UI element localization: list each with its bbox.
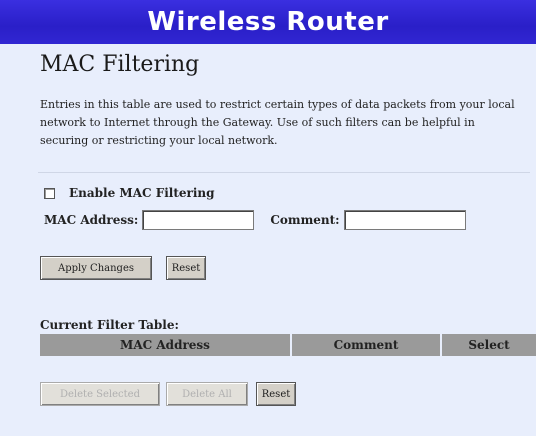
delete-all-button[interactable]: Delete All: [166, 382, 248, 406]
page: Wireless Router MAC Filtering Entries in…: [0, 0, 536, 436]
enable-mac-filtering-checkbox[interactable]: [44, 187, 55, 199]
banner: Wireless Router: [0, 0, 536, 44]
delete-selected-button[interactable]: Delete Selected: [40, 382, 160, 406]
filter-table-header: MAC Address Comment Select: [40, 334, 536, 356]
page-title: MAC Filtering: [40, 52, 200, 77]
column-header-select: Select: [468, 338, 510, 352]
comment-label: Comment:: [270, 213, 340, 227]
enable-mac-filtering-row: Enable MAC Filtering: [44, 186, 215, 200]
column-header-comment: Comment: [292, 334, 442, 356]
apply-changes-button[interactable]: Apply Changes: [40, 256, 152, 280]
apply-changes-label: Apply Changes: [58, 262, 134, 274]
filter-table-title: Current Filter Table:: [40, 318, 179, 332]
delete-all-label: Delete All: [182, 388, 232, 400]
reset-button[interactable]: Reset: [166, 256, 206, 280]
mac-address-input[interactable]: [142, 210, 255, 230]
comment-input[interactable]: [343, 210, 466, 230]
delete-selected-label: Delete Selected: [60, 388, 140, 400]
banner-title: Wireless Router: [147, 7, 389, 37]
mac-address-label: MAC Address:: [44, 213, 139, 227]
column-header-mac-address: MAC Address: [40, 334, 292, 356]
enable-mac-filtering-label: Enable MAC Filtering: [69, 186, 215, 200]
divider: [38, 172, 530, 173]
page-description: Entries in this table are used to restri…: [40, 98, 515, 147]
table-reset-button[interactable]: Reset: [256, 382, 296, 406]
table-reset-label: Reset: [261, 388, 291, 400]
mac-comment-row: MAC Address: Comment:: [44, 210, 466, 230]
reset-label: Reset: [171, 262, 201, 274]
